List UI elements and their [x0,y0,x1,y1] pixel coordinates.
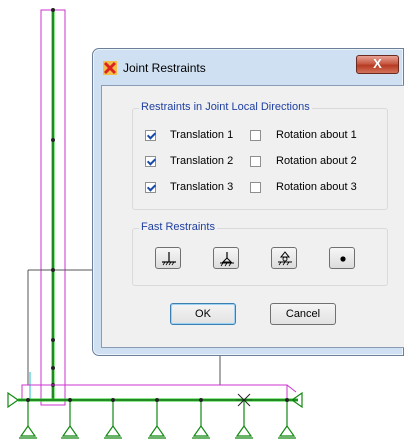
rotation-1-label: Rotation about 1 [276,129,357,141]
translation-3-label: Translation 3 [170,181,234,193]
fixed-support-button[interactable] [155,247,181,269]
translation-1-label: Translation 1 [170,129,234,141]
close-button[interactable]: X [356,55,399,74]
dialog-titlebar[interactable]: Joint Restraints X [93,49,403,85]
roller-support-button[interactable] [271,247,297,269]
joint[interactable] [51,338,55,342]
translation-2-label: Translation 2 [170,155,234,167]
translation-2-checkbox[interactable] [145,156,156,167]
fast-restraints-title: Fast Restraints [139,221,217,233]
local-restraints-group: Restraints in Joint Local Directions Tra… [132,101,388,210]
ok-button[interactable]: OK [170,303,236,325]
joint[interactable] [51,366,55,370]
cancel-button[interactable]: Cancel [270,303,336,325]
pinned-support-button[interactable] [213,247,239,269]
translation-3-checkbox[interactable] [145,182,156,193]
rotation-3-label: Rotation about 3 [276,181,357,193]
dialog-title: Joint Restraints [123,61,206,75]
joint[interactable] [51,138,55,142]
translation-1-checkbox[interactable] [145,130,156,141]
beam-outline-right [286,384,297,393]
dialog-body: Restraints in Joint Local Directions Tra… [101,85,404,348]
roller-support-icon [278,251,292,266]
fixed-support-icon [162,252,176,266]
joint[interactable] [51,268,55,272]
rotation-3-checkbox[interactable] [250,182,261,193]
joint-restraints-dialog: Joint Restraints X Restraints in Joint L… [92,48,404,356]
free-joint-icon [340,256,346,262]
beam-supports [19,400,296,439]
rotation-2-label: Rotation about 2 [276,155,357,167]
left-end-support [7,391,20,409]
rotation-1-checkbox[interactable] [250,130,261,141]
app-icon [103,61,117,75]
pinned-support-icon [220,252,234,267]
fast-restraints-group: Fast Restraints [132,221,388,286]
joint[interactable] [51,8,55,12]
rotation-2-checkbox[interactable] [250,156,261,167]
local-restraints-title: Restraints in Joint Local Directions [139,101,312,113]
free-joint-button[interactable] [329,247,355,269]
